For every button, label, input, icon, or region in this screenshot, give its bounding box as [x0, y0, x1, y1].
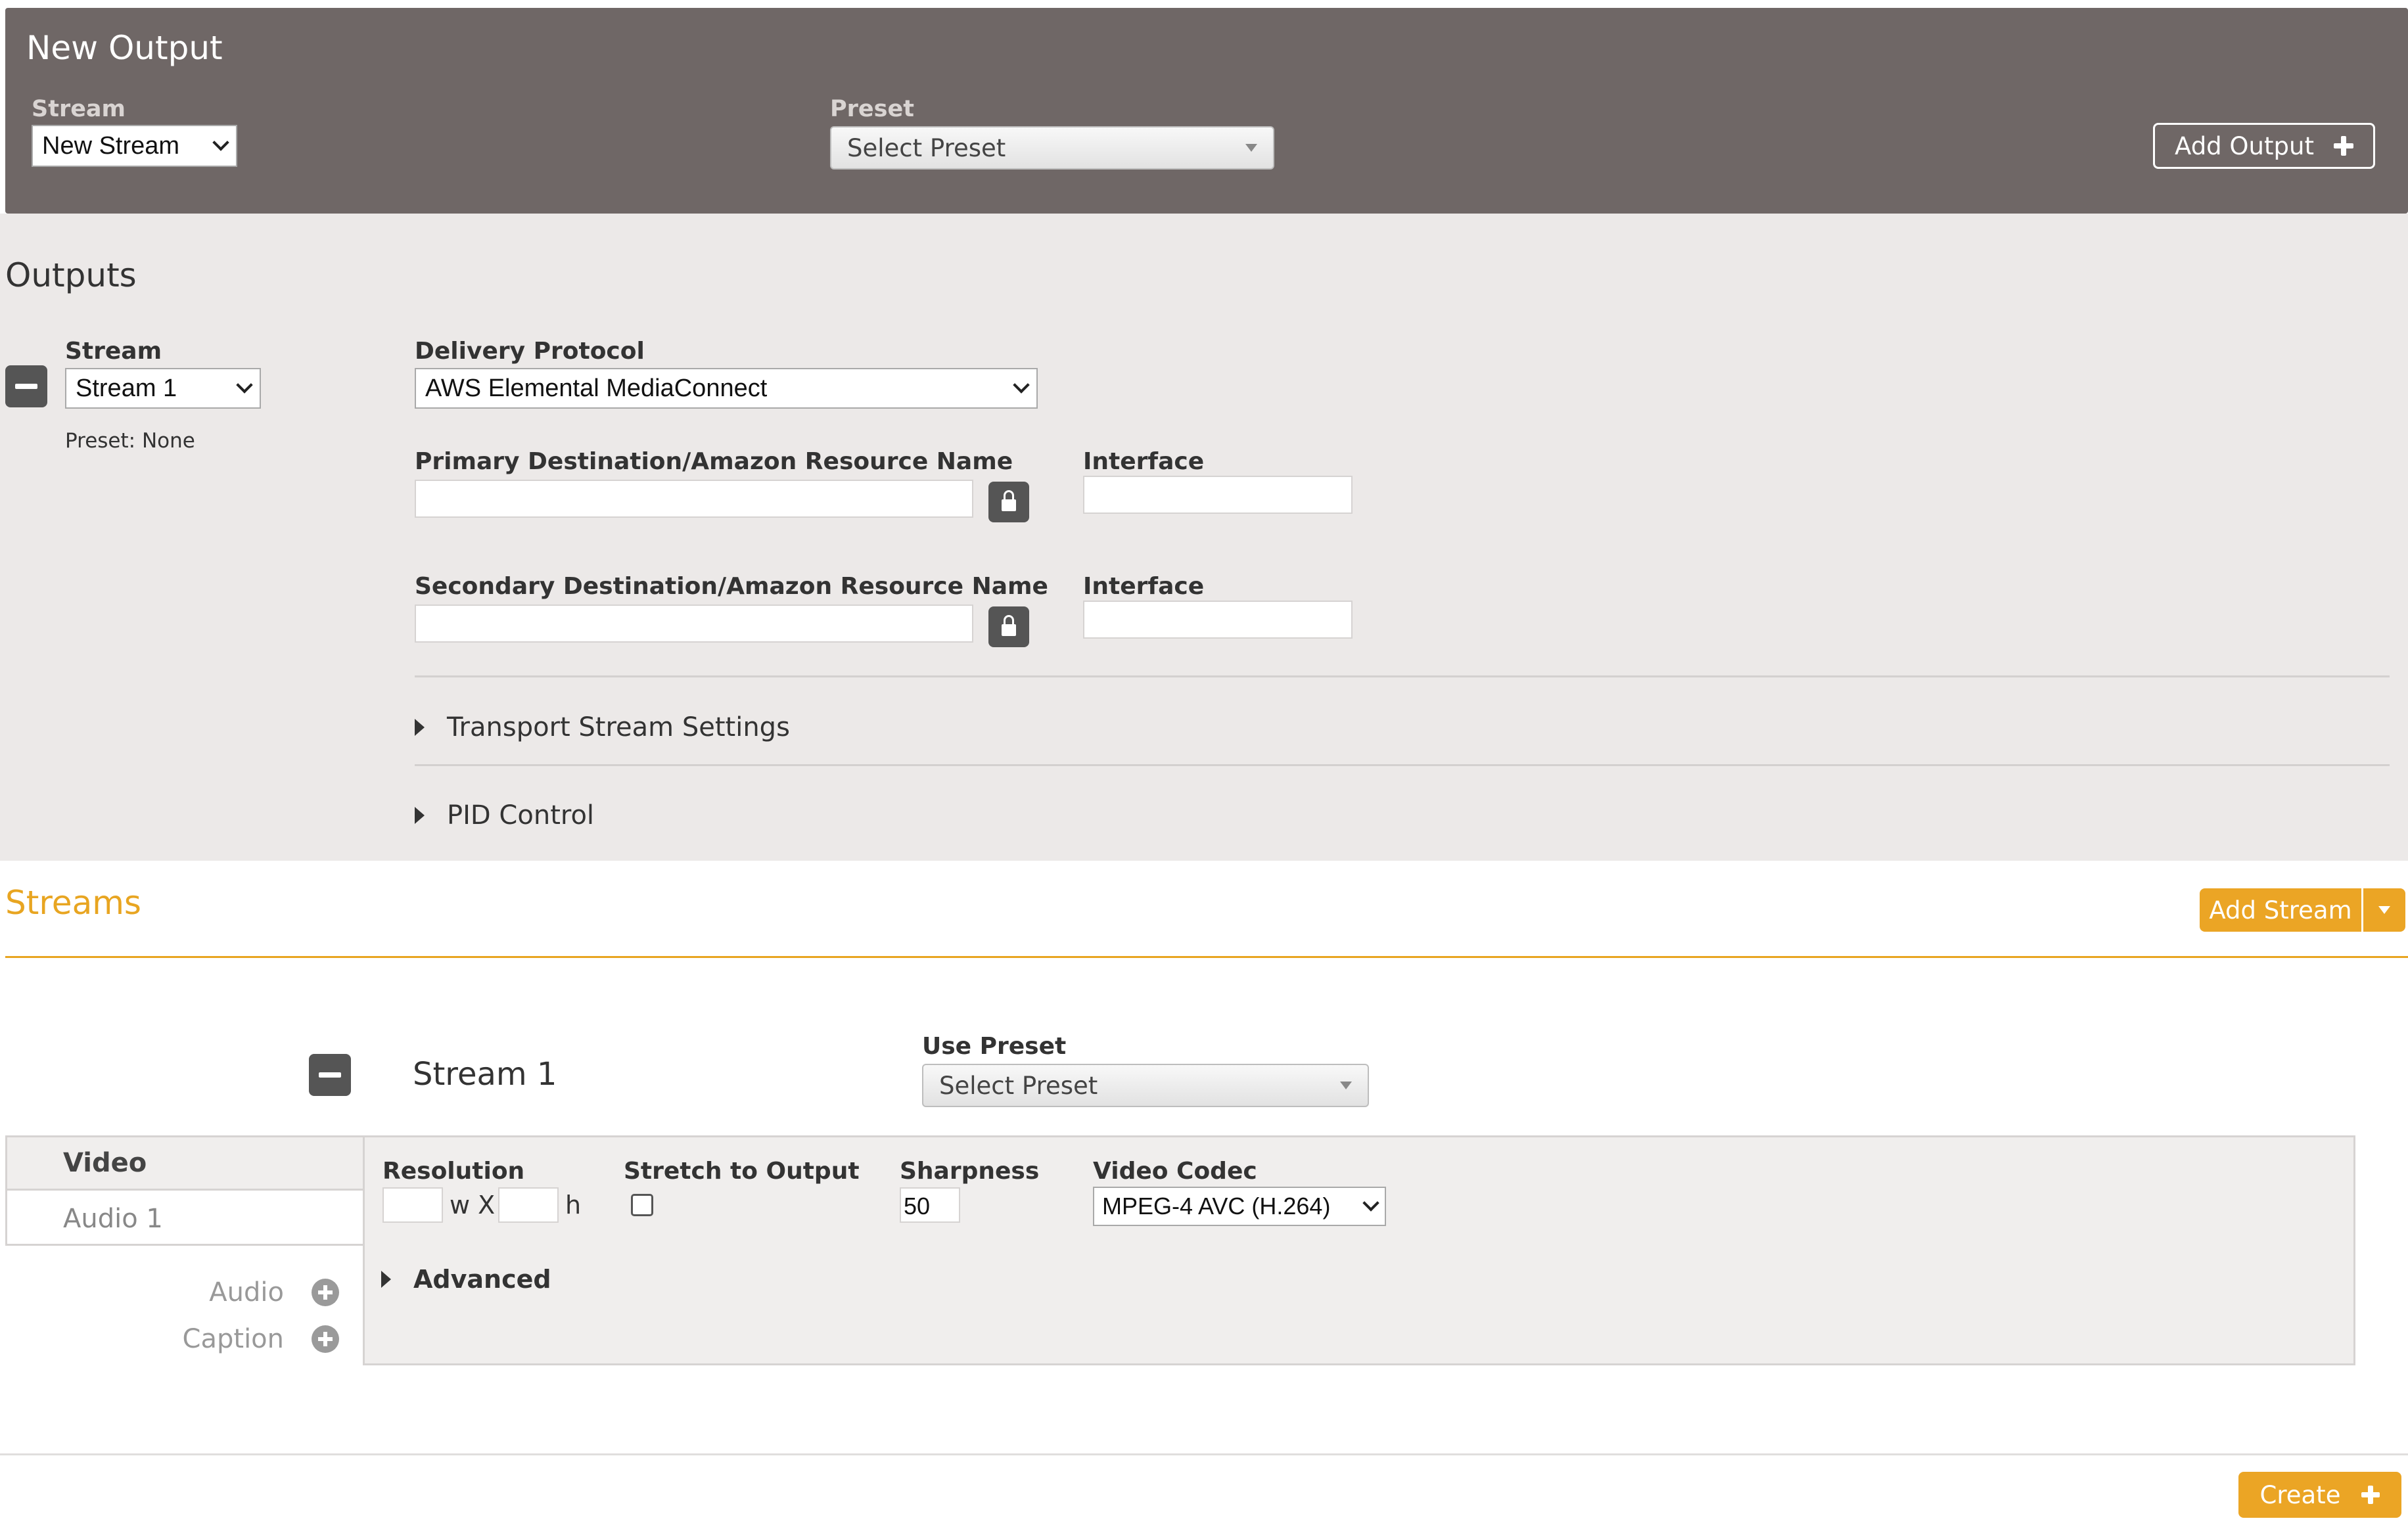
stream-name: Stream 1	[413, 1056, 557, 1093]
divider	[415, 675, 2390, 677]
use-preset-value: Select Preset	[939, 1071, 1098, 1100]
primary-destination-input[interactable]	[415, 480, 973, 518]
transport-stream-settings-label: Transport Stream Settings	[447, 712, 790, 742]
tab-audio-1[interactable]: Audio 1	[5, 1191, 363, 1246]
resolution-width-input[interactable]	[382, 1187, 443, 1223]
caret-down-icon	[1340, 1082, 1352, 1089]
remove-stream-button[interactable]	[309, 1054, 351, 1096]
lock-icon	[1002, 615, 1016, 636]
pid-control-label: PID Control	[447, 800, 595, 831]
add-circle-icon	[312, 1279, 339, 1306]
streams-divider	[5, 956, 2408, 958]
chevron-down-icon	[212, 134, 229, 151]
chevron-down-icon	[1362, 1195, 1379, 1212]
pid-control-toggle[interactable]: PID Control	[415, 800, 594, 831]
add-circle-icon	[312, 1325, 339, 1353]
delivery-protocol-label: Delivery Protocol	[415, 338, 645, 365]
add-caption-button[interactable]: Caption	[171, 1324, 339, 1354]
use-preset-select[interactable]: Select Preset	[922, 1064, 1369, 1107]
new-output-stream-value: New Stream	[42, 131, 180, 160]
resolution-height-input[interactable]	[498, 1187, 559, 1223]
caret-right-icon	[415, 719, 425, 736]
primary-destination-lock-button[interactable]	[988, 482, 1029, 522]
advanced-toggle[interactable]: Advanced	[381, 1265, 551, 1294]
add-output-button[interactable]: Add Output	[2153, 123, 2375, 169]
minus-icon	[319, 1072, 341, 1078]
remove-output-button[interactable]	[5, 365, 47, 407]
create-label: Create	[2259, 1480, 2341, 1509]
add-audio-button[interactable]: Audio	[171, 1277, 339, 1308]
add-stream-label: Add Stream	[2209, 896, 2352, 924]
caret-down-icon	[1245, 144, 1257, 152]
chevron-down-icon	[1013, 376, 1030, 394]
caret-right-icon	[415, 807, 425, 824]
create-button[interactable]: Create	[2238, 1472, 2401, 1518]
height-suffix: h	[565, 1191, 582, 1219]
plus-icon	[2361, 1486, 2380, 1504]
video-codec-label: Video Codec	[1093, 1158, 1257, 1185]
add-caption-label: Caption	[182, 1324, 284, 1354]
sharpness-label: Sharpness	[900, 1158, 1040, 1185]
tab-video-label: Video	[63, 1148, 147, 1178]
stretch-to-output-label: Stretch to Output	[624, 1158, 860, 1185]
stretch-to-output-checkbox[interactable]	[631, 1194, 653, 1216]
lock-icon	[1002, 490, 1016, 511]
use-preset-label: Use Preset	[922, 1033, 1067, 1060]
add-stream-split-button: Add Stream	[2200, 888, 2405, 932]
new-output-panel	[5, 8, 2408, 214]
caret-down-icon	[2378, 906, 2390, 914]
streams-title: Streams	[5, 884, 141, 922]
advanced-label: Advanced	[413, 1265, 551, 1294]
primary-interface-label: Interface	[1083, 448, 1205, 475]
video-codec-value: MPEG-4 AVC (H.264)	[1102, 1193, 1331, 1219]
secondary-destination-label: Secondary Destination/Amazon Resource Na…	[415, 573, 1048, 600]
plus-icon	[2334, 136, 2353, 156]
new-output-preset-value: Select Preset	[847, 133, 1006, 162]
width-suffix: w X	[450, 1191, 496, 1219]
tab-audio-1-label: Audio 1	[63, 1204, 163, 1234]
add-output-label: Add Output	[2175, 131, 2314, 160]
video-codec-select[interactable]: MPEG-4 AVC (H.264)	[1093, 1187, 1386, 1226]
transport-stream-settings-toggle[interactable]: Transport Stream Settings	[415, 712, 790, 742]
output-stream-label: Stream	[65, 338, 162, 365]
new-output-preset-label: Preset	[830, 96, 914, 122]
chevron-down-icon	[236, 376, 253, 394]
caret-right-icon	[381, 1271, 391, 1288]
outputs-title: Outputs	[5, 256, 137, 294]
delivery-protocol-value: AWS Elemental MediaConnect	[425, 374, 768, 402]
new-output-title: New Output	[26, 29, 223, 67]
add-stream-dropdown-button[interactable]	[2363, 888, 2405, 932]
primary-destination-label: Primary Destination/Amazon Resource Name	[415, 448, 1013, 475]
output-stream-value: Stream 1	[76, 374, 177, 402]
divider	[415, 764, 2390, 766]
secondary-interface-input[interactable]	[1083, 601, 1353, 639]
output-preset-text: Preset: None	[65, 429, 195, 453]
secondary-interface-label: Interface	[1083, 573, 1205, 600]
new-output-preset-select[interactable]: Select Preset	[830, 126, 1274, 170]
add-audio-label: Audio	[209, 1277, 284, 1308]
new-output-stream-label: Stream	[32, 96, 126, 122]
primary-interface-input[interactable]	[1083, 476, 1353, 514]
tab-video[interactable]: Video	[5, 1135, 363, 1191]
minus-icon	[15, 384, 37, 389]
sharpness-input[interactable]: 50	[900, 1187, 960, 1223]
footer-divider	[0, 1453, 2408, 1455]
resolution-label: Resolution	[382, 1158, 525, 1185]
output-stream-select[interactable]: Stream 1	[65, 368, 261, 409]
add-stream-button[interactable]: Add Stream	[2200, 888, 2361, 932]
new-output-stream-select[interactable]: New Stream	[32, 125, 237, 167]
delivery-protocol-select[interactable]: AWS Elemental MediaConnect	[415, 368, 1038, 409]
secondary-destination-lock-button[interactable]	[988, 606, 1029, 647]
secondary-destination-input[interactable]	[415, 604, 973, 643]
